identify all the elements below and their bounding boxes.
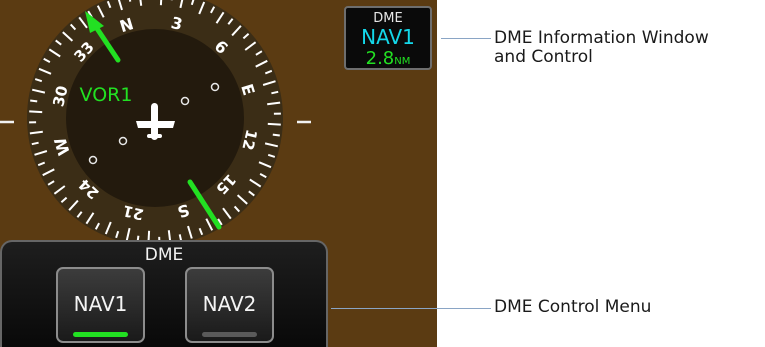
compass-tick (159, 0, 163, 6)
nav1-button-label: NAV1 (73, 292, 128, 316)
callout-info-window-line1: DME Information Window (494, 28, 709, 48)
callout-info-window: DME Information Window and Control (494, 29, 709, 67)
nav1-selected-indicator (73, 332, 128, 337)
callout-info-window-line2: and Control (494, 47, 593, 67)
compass-tick (29, 110, 43, 114)
dme-control-menu: DME NAV1 NAV2 (0, 240, 328, 347)
compass-tick (267, 122, 281, 126)
compass-tick (272, 133, 280, 137)
dme-distance-unit: NM (394, 56, 411, 67)
bearing-pointer-label: VOR1 (80, 84, 133, 106)
compass-tick (30, 99, 38, 103)
dme-information-window[interactable]: DME NAV1 2.8NM (344, 6, 432, 70)
nav1-button[interactable]: NAV1 (56, 267, 145, 343)
callout-control-menu: DME Control Menu (494, 297, 652, 317)
callout-leader-info-window (441, 38, 491, 39)
nav2-button-label: NAV2 (202, 292, 257, 316)
dme-window-title: DME (373, 11, 403, 26)
callout-leader-control-menu (331, 308, 491, 309)
dme-menu-title: DME (144, 245, 184, 265)
nav2-button[interactable]: NAV2 (185, 267, 274, 343)
dme-distance: 2.8 (365, 48, 395, 69)
dme-distance-readout: 2.8NM (346, 48, 430, 69)
nav2-selected-indicator (202, 332, 257, 337)
pfd-display: N 3 6 E 12 15 S 21 24 W 30 33 VOR1 DME NAV1 2.8NM D… (0, 0, 437, 347)
dme-source: NAV1 (361, 25, 415, 49)
